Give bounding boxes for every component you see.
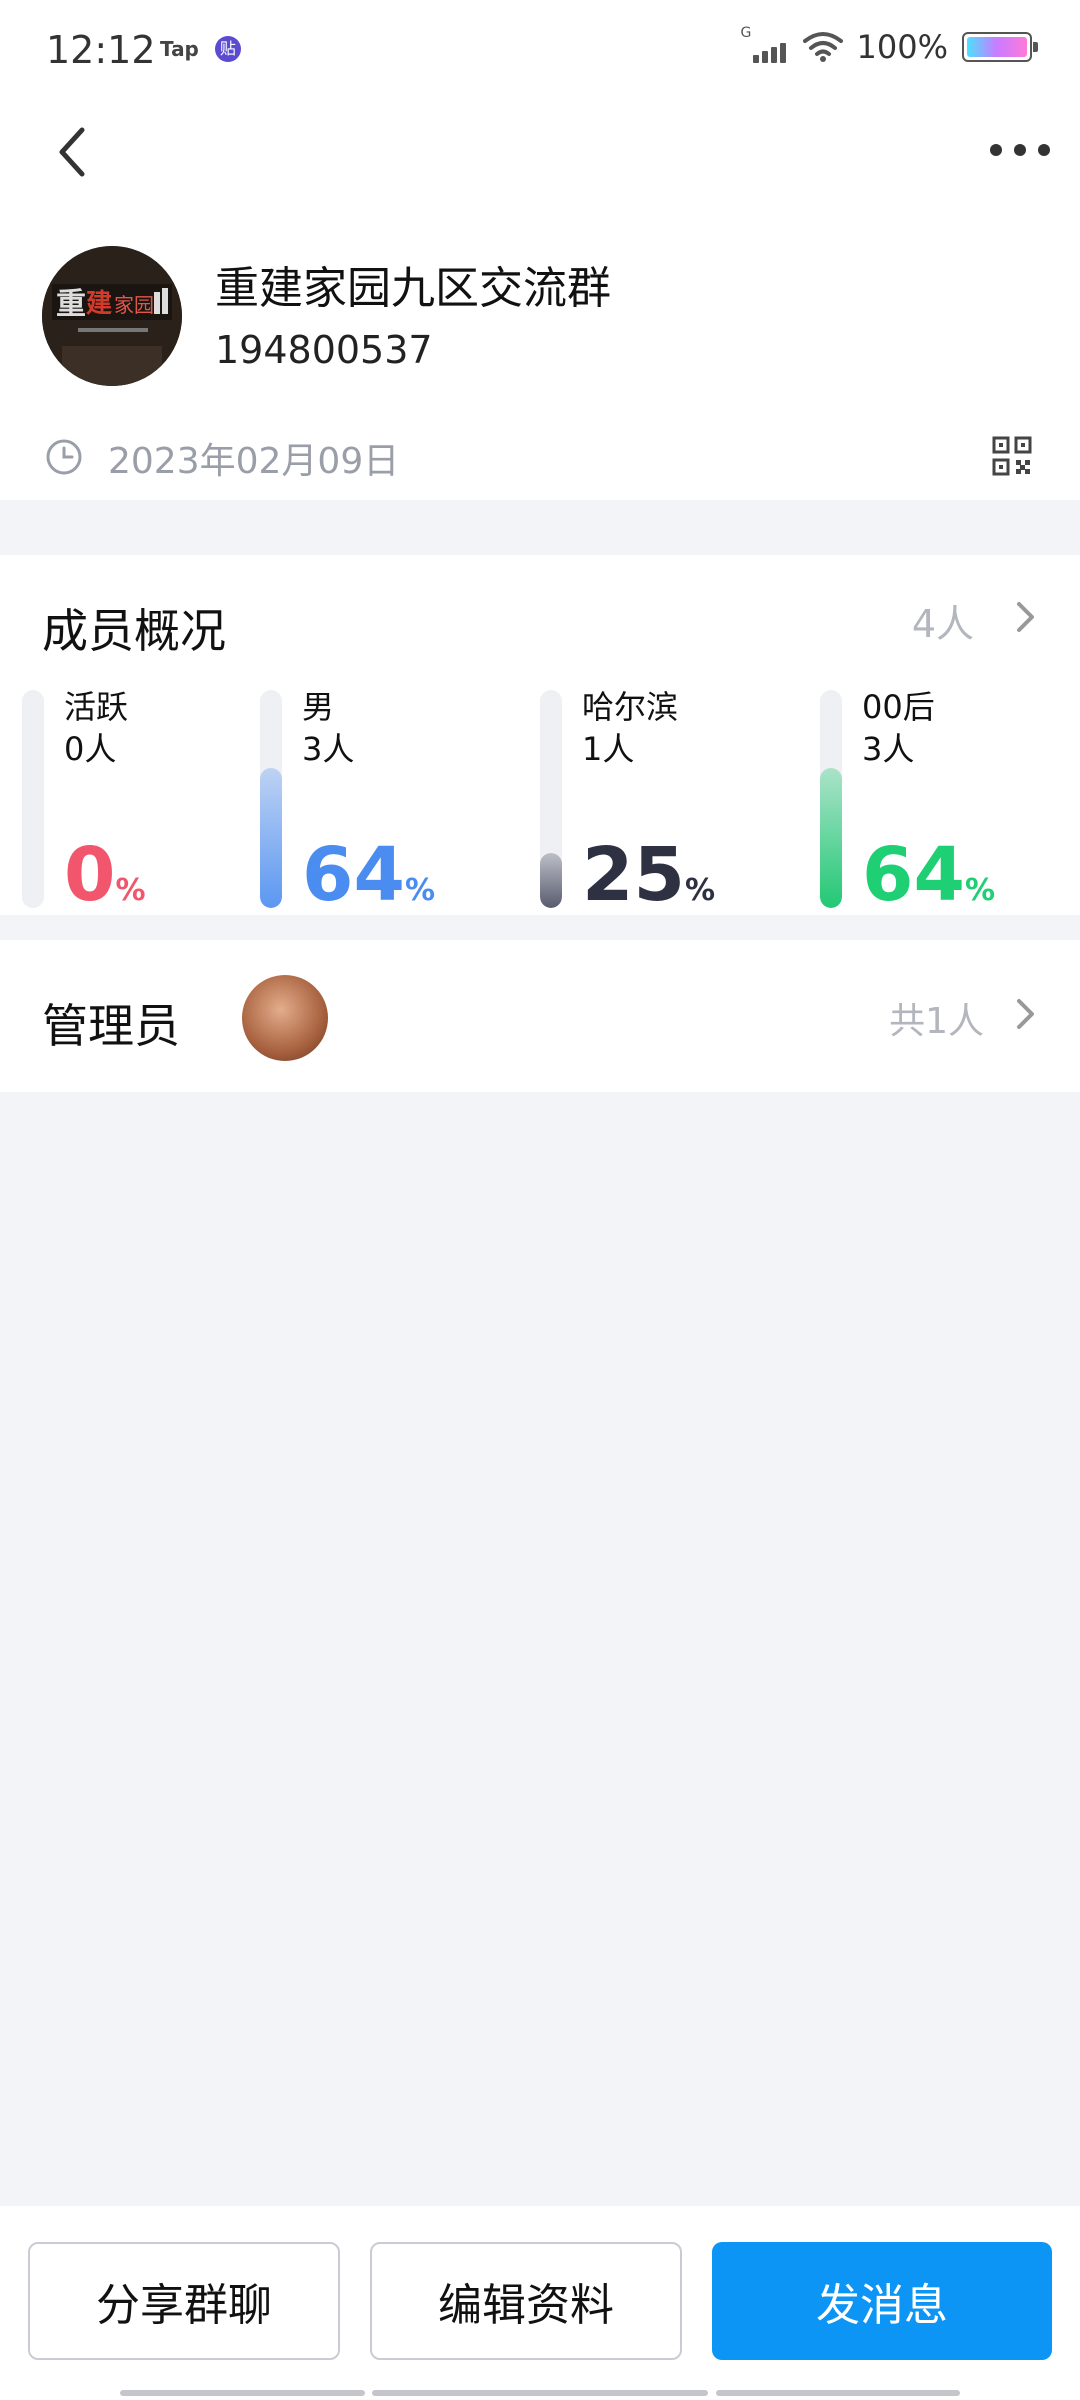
stat-percent-value: 64 [302, 832, 405, 918]
stat-count: 0人 [64, 730, 117, 768]
battery-icon [962, 32, 1038, 62]
stat-city: 哈尔滨 1人 25% [540, 688, 800, 912]
stat-track [540, 690, 562, 908]
notification-icons: Tap 贴 [160, 36, 241, 62]
members-title: 成员概况 [42, 604, 226, 658]
stat-bar [260, 768, 282, 908]
created-date: 2023年02月09日 [108, 441, 400, 482]
svg-text:家园: 家园 [114, 293, 154, 317]
nav-indicator-left [120, 2390, 365, 2396]
stat-percent-unit: % [964, 873, 996, 908]
status-right: G 100% [741, 25, 1038, 66]
stat-count: 1人 [582, 730, 635, 768]
back-icon[interactable] [50, 122, 100, 182]
stat-bar [540, 853, 562, 908]
admins-count: 共1人 [889, 1001, 984, 1042]
admins-title: 管理员 [42, 999, 180, 1053]
admin-avatar[interactable] [242, 975, 328, 1061]
svg-text:重: 重 [56, 287, 86, 322]
stat-percent: 64% [862, 838, 996, 926]
stat-percent: 64% [302, 838, 436, 926]
stat-percent: 25% [582, 838, 716, 926]
status-time: 12:12 [46, 28, 156, 72]
bottom-action-bar: 分享群聊 编辑资料 发消息 [0, 2206, 1080, 2400]
stat-label: 哈尔滨 [582, 688, 679, 726]
chevron-right-icon [1014, 599, 1038, 639]
tap-app-icon: Tap [160, 37, 199, 61]
status-bar: 12:12 Tap 贴 G 100% [0, 0, 1080, 100]
group-avatar[interactable]: 重 建 家园 [42, 246, 182, 386]
nav-indicator-right [716, 2390, 960, 2396]
stat-count: 3人 [302, 730, 355, 768]
chevron-right-icon [1014, 996, 1038, 1036]
qrcode-icon[interactable] [992, 436, 1032, 480]
admins-card[interactable]: 管理员 共1人 [0, 940, 1080, 1092]
stat-track [260, 690, 282, 908]
stat-label: 男 [302, 688, 335, 726]
battery-percent: 100% [856, 28, 948, 66]
stat-percent: 0% [64, 838, 146, 926]
clock-icon [45, 438, 83, 480]
stat-track [22, 690, 44, 908]
stat-count: 3人 [862, 730, 915, 768]
stat-percent-unit: % [684, 873, 716, 908]
stat-active: 活跃 0人 0% [22, 688, 242, 912]
tieba-app-icon: 贴 [214, 36, 241, 62]
stat-percent-value: 0 [64, 832, 116, 918]
stat-bar [820, 768, 842, 908]
stat-label: 00后 [862, 688, 935, 726]
nav-indicator-center [372, 2390, 708, 2396]
share-group-button[interactable]: 分享群聊 [28, 2242, 340, 2360]
more-dots-icon[interactable] [990, 130, 1050, 170]
group-name: 重建家园九区交流群 [215, 263, 611, 314]
group-header: 重 建 家园 重建家园九区交流群 194800537 2023年02月09日 [0, 100, 1080, 500]
stat-track [820, 690, 842, 908]
signal-icon: G [741, 25, 789, 65]
members-overview-card[interactable]: 成员概况 4人 活跃 0人 0% 男 3人 64% 哈尔滨 1人 25% 00后… [0, 555, 1080, 915]
stat-age: 00后 3人 64% [820, 688, 1060, 912]
stat-label: 活跃 [64, 688, 129, 726]
svg-text:建: 建 [86, 289, 112, 319]
wifi-icon [802, 31, 843, 63]
stat-percent-unit: % [404, 873, 436, 908]
stat-male: 男 3人 64% [260, 688, 520, 912]
stat-percent-value: 25 [582, 832, 685, 918]
stat-percent-unit: % [115, 873, 146, 908]
members-count: 4人 [911, 602, 974, 646]
group-id: 194800537 [215, 328, 433, 372]
network-type-label: G [740, 25, 752, 41]
edit-profile-button[interactable]: 编辑资料 [370, 2242, 682, 2360]
send-message-button[interactable]: 发消息 [712, 2242, 1052, 2360]
stat-percent-value: 64 [862, 832, 965, 918]
